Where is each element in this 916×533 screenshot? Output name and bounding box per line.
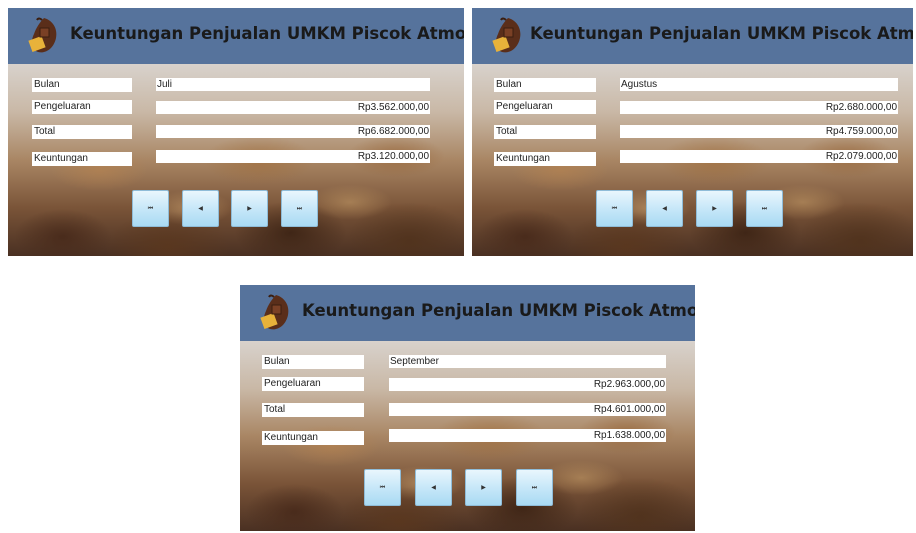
label-keuntungan: Keuntungan	[494, 152, 596, 166]
last-record-icon: ⏭	[761, 204, 768, 212]
last-record-icon: ⏭	[531, 483, 538, 491]
label-pengeluaran: Pengeluaran	[494, 100, 596, 114]
first-record-icon: ⏮	[147, 204, 154, 212]
next-record-icon: ▶	[481, 484, 486, 491]
label-pengeluaran: Pengeluaran	[262, 377, 364, 391]
label-keuntungan: Keuntungan	[32, 152, 132, 166]
bulan-field[interactable]: Juli	[156, 78, 430, 91]
previous-record-button[interactable]: ◀	[415, 469, 452, 506]
pengeluaran-field[interactable]: Rp3.562.000,00	[156, 101, 430, 114]
screen-juli: Keuntungan Penjualan UMKM Piscok Atmojo …	[8, 8, 464, 256]
next-record-button[interactable]: ▶	[696, 190, 733, 227]
previous-record-icon: ◀	[198, 205, 203, 212]
pengeluaran-field[interactable]: Rp2.963.000,00	[389, 378, 666, 391]
next-record-button[interactable]: ▶	[465, 469, 502, 506]
piscok-logo-icon	[28, 17, 57, 53]
label-bulan: Bulan	[494, 78, 596, 92]
bulan-field[interactable]: September	[389, 355, 666, 368]
first-record-button[interactable]: ⏮	[132, 190, 169, 227]
page-title: Keuntungan Penjualan UMKM Piscok Atmojo	[530, 24, 913, 43]
next-record-icon: ▶	[247, 205, 252, 212]
last-record-button[interactable]: ⏭	[281, 190, 318, 227]
label-pengeluaran: Pengeluaran	[32, 100, 132, 114]
label-total: Total	[262, 403, 364, 417]
total-field[interactable]: Rp4.759.000,00	[620, 125, 898, 138]
label-total: Total	[32, 125, 132, 139]
previous-record-button[interactable]: ◀	[646, 190, 683, 227]
total-field[interactable]: Rp6.682.000,00	[156, 125, 430, 138]
title-bar: Keuntungan Penjualan UMKM Piscok Atmojo	[8, 8, 464, 64]
first-record-icon: ⏮	[611, 204, 618, 212]
screen-agustus: Keuntungan Penjualan UMKM Piscok Atmojo …	[472, 8, 913, 256]
piscok-logo-icon	[260, 294, 289, 330]
label-keuntungan: Keuntungan	[262, 431, 364, 445]
screen-september: Keuntungan Penjualan UMKM Piscok Atmojo …	[240, 285, 695, 531]
next-record-icon: ▶	[712, 205, 717, 212]
keuntungan-field[interactable]: Rp3.120.000,00	[156, 150, 430, 163]
bulan-field[interactable]: Agustus	[620, 78, 898, 91]
pengeluaran-field[interactable]: Rp2.680.000,00	[620, 101, 898, 114]
keuntungan-field[interactable]: Rp1.638.000,00	[389, 429, 666, 442]
piscok-logo-icon	[492, 17, 521, 53]
last-record-button[interactable]: ⏭	[516, 469, 553, 506]
title-bar: Keuntungan Penjualan UMKM Piscok Atmojo	[240, 285, 695, 341]
first-record-button[interactable]: ⏮	[596, 190, 633, 227]
previous-record-icon: ◀	[662, 205, 667, 212]
label-bulan: Bulan	[32, 78, 132, 92]
title-bar: Keuntungan Penjualan UMKM Piscok Atmojo	[472, 8, 913, 64]
previous-record-icon: ◀	[431, 484, 436, 491]
first-record-icon: ⏮	[379, 483, 386, 491]
label-bulan: Bulan	[262, 355, 364, 369]
label-total: Total	[494, 125, 596, 139]
last-record-button[interactable]: ⏭	[746, 190, 783, 227]
page-title: Keuntungan Penjualan UMKM Piscok Atmojo	[70, 24, 464, 43]
last-record-icon: ⏭	[296, 204, 303, 212]
first-record-button[interactable]: ⏮	[364, 469, 401, 506]
page-title: Keuntungan Penjualan UMKM Piscok Atmojo	[302, 301, 695, 320]
previous-record-button[interactable]: ◀	[182, 190, 219, 227]
total-field[interactable]: Rp4.601.000,00	[389, 403, 666, 416]
keuntungan-field[interactable]: Rp2.079.000,00	[620, 150, 898, 163]
next-record-button[interactable]: ▶	[231, 190, 268, 227]
